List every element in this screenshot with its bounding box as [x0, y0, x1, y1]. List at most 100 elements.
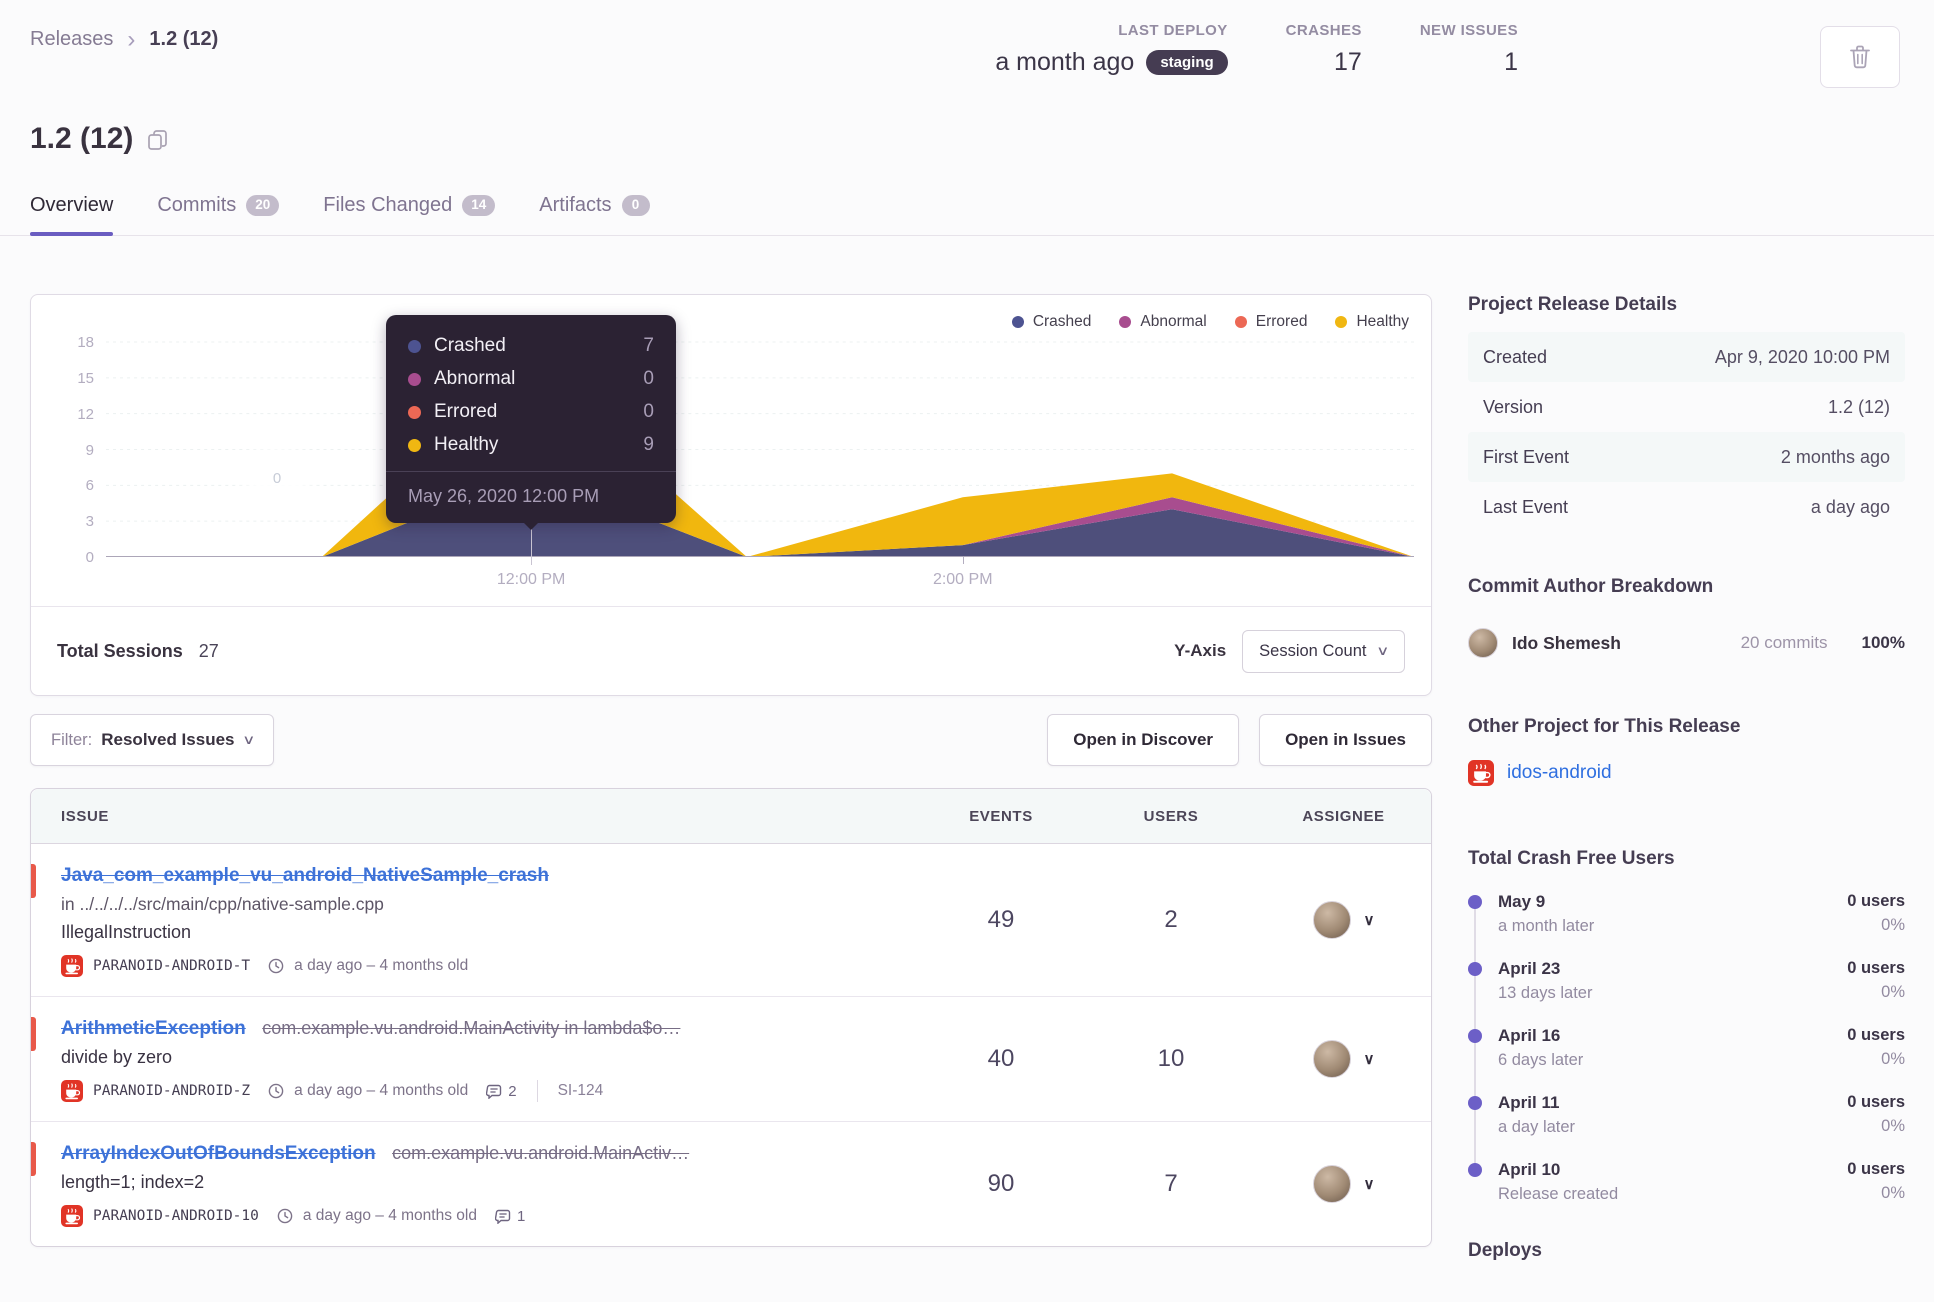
timeline-percent: 0%: [1881, 1050, 1905, 1068]
project-slug[interactable]: PARANOID-ANDROID-10: [93, 1208, 259, 1224]
delete-release-button[interactable]: [1820, 26, 1900, 88]
chevron-down-icon[interactable]: ∨: [1364, 1175, 1375, 1193]
timeline-percent: 0%: [1881, 916, 1905, 934]
section-heading: Commit Author Breakdown: [1468, 576, 1714, 597]
chevron-down-icon: ∨: [1376, 643, 1390, 658]
tab-artifacts[interactable]: Artifacts 0: [539, 194, 650, 235]
legend-item-abnormal[interactable]: Abnormal: [1119, 313, 1207, 331]
tooltip-healthy-label: Healthy: [434, 434, 499, 455]
clock-icon: [277, 1208, 293, 1224]
open-in-issues-button[interactable]: Open in Issues: [1259, 714, 1432, 766]
issues-toolbar: Filter: Resolved Issues ∨ Open in Discov…: [30, 714, 1432, 766]
clock-icon: [268, 1083, 284, 1099]
other-project-link[interactable]: idos-android: [1507, 762, 1612, 784]
section-heading: Other Project for This Release: [1468, 716, 1741, 737]
tooltip-date: May 26, 2020 12:00 PM: [408, 486, 600, 506]
tooltip-abnormal-label: Abnormal: [434, 368, 516, 389]
legend-item-crashed[interactable]: Crashed: [1011, 313, 1091, 331]
healthy-dot-icon: [408, 438, 421, 452]
issue-title-link[interactable]: ArrayIndexOutOfBoundsException: [61, 1143, 376, 1164]
issue-culprit: com.example.vu.android.MainActivity in l…: [262, 1018, 681, 1038]
tab-files-changed[interactable]: Files Changed 14: [323, 194, 496, 235]
total-sessions-value: 27: [198, 640, 219, 661]
sessions-area-chart[interactable]: 0 3 6 9 12 15 18 0 Crashed 7 Abnormal 0 …: [77, 315, 1414, 566]
crashed-dot-icon: [1011, 316, 1024, 328]
stat-last-deploy-value: a month ago: [995, 48, 1135, 76]
detail-row-last-event: Last Event a day ago: [1468, 482, 1905, 532]
deploys-section: Deploys: [1468, 1240, 1905, 1262]
title-row: 1.2 (12): [30, 116, 1934, 162]
assignee-avatar[interactable]: [1312, 1165, 1351, 1203]
chart-footer: Total Sessions 27 Y-Axis Session Count ∨: [31, 606, 1431, 695]
issue-title-link[interactable]: Java_com_example_vu_android_NativeSample…: [61, 865, 549, 886]
commit-author-breakdown-section: Commit Author Breakdown Ido Shemesh 20 c…: [1468, 576, 1905, 668]
y-tick-9: 9: [85, 441, 94, 459]
detail-value: a day ago: [1810, 496, 1890, 517]
issue-comments-count: 1: [516, 1207, 526, 1225]
project-slug[interactable]: PARANOID-ANDROID-Z: [93, 1083, 250, 1099]
copy-icon[interactable]: [147, 129, 169, 153]
x-tick-label-12pm: 12:00 PM: [496, 571, 566, 588]
y-axis-select[interactable]: Session Count ∨: [1242, 629, 1405, 673]
tab-commits[interactable]: Commits 20: [157, 194, 280, 235]
stat-crashes-value: 17: [1334, 48, 1362, 76]
issues-table: ISSUE EVENTS USERS ASSIGNEE Java_com_exa…: [30, 788, 1432, 1247]
timeline-date: April 11: [1498, 1093, 1560, 1112]
timeline-sub: Release created: [1498, 1185, 1619, 1203]
stacked-area-plot: [106, 341, 1414, 557]
detail-row-version: Version 1.2 (12): [1468, 382, 1905, 432]
chart-legend: Crashed Abnormal Errored Healthy: [1011, 313, 1409, 331]
section-heading: Deploys: [1468, 1240, 1542, 1261]
author-commit-count: 20 commits: [1740, 633, 1828, 652]
java-project-icon: [61, 955, 83, 977]
timeline-date: April 10: [1498, 1160, 1561, 1179]
timeline-sub: 6 days later: [1498, 1051, 1584, 1069]
open-in-discover-button[interactable]: Open in Discover: [1047, 714, 1240, 766]
tab-files-changed-label: Files Changed: [323, 194, 453, 216]
detail-key: Version: [1483, 396, 1544, 417]
legend-healthy-label: Healthy: [1356, 313, 1409, 330]
y-tick-6: 6: [85, 477, 94, 495]
top-bar: Releases › 1.2 (12) LAST DEPLOY a month …: [30, 22, 1934, 96]
timeline-percent: 0%: [1881, 1117, 1905, 1135]
error-level-bar: [31, 1142, 36, 1176]
chevron-down-icon[interactable]: ∨: [1364, 911, 1375, 929]
issue-events-count: 49: [987, 906, 1015, 933]
comment-icon: [486, 1084, 502, 1099]
abnormal-dot-icon: [408, 372, 421, 386]
x-tick-mark: [962, 557, 964, 564]
issue-culprit: com.example.vu.android.MainActiv…: [392, 1143, 690, 1163]
detail-key: Created: [1483, 346, 1548, 367]
tooltip-crashed-value: 7: [643, 335, 654, 356]
release-tabs: Overview Commits 20 Files Changed 14 Art…: [0, 194, 1934, 236]
tab-artifacts-badge: 0: [621, 195, 650, 216]
issue-users-count: 7: [1164, 1170, 1178, 1197]
issue-users-count: 10: [1157, 1045, 1185, 1072]
y-tick-0: 0: [85, 549, 94, 566]
issue-title-link[interactable]: ArithmeticException: [61, 1018, 246, 1039]
legend-item-errored[interactable]: Errored: [1234, 313, 1307, 331]
breadcrumb-releases-link[interactable]: Releases: [30, 28, 113, 51]
issue-age: a day ago – 4 months old: [294, 1082, 469, 1099]
commit-author-row: Ido Shemesh 20 commits 100%: [1468, 614, 1905, 668]
errored-dot-icon: [1234, 316, 1247, 328]
issues-filter-dropdown[interactable]: Filter: Resolved Issues ∨: [30, 714, 275, 766]
detail-row-created: Created Apr 9, 2020 10:00 PM: [1468, 332, 1905, 382]
legend-item-healthy[interactable]: Healthy: [1335, 313, 1409, 331]
assignee-avatar[interactable]: [1312, 1040, 1351, 1078]
assignee-avatar[interactable]: [1312, 901, 1351, 939]
project-slug[interactable]: PARANOID-ANDROID-T: [93, 958, 250, 974]
tab-files-changed-badge: 14: [462, 195, 496, 216]
chevron-down-icon[interactable]: ∨: [1364, 1050, 1375, 1068]
tab-overview[interactable]: Overview: [30, 194, 114, 236]
detail-value: Apr 9, 2020 10:00 PM: [1714, 346, 1890, 367]
stat-new-issues-value: 1: [1504, 48, 1518, 76]
section-heading: Total Crash Free Users: [1468, 848, 1675, 869]
stat-last-deploy: LAST DEPLOY a month ago staging: [995, 22, 1228, 77]
abnormal-dot-icon: [1119, 316, 1132, 328]
errored-dot-icon: [408, 405, 421, 419]
issue-users-count: 2: [1164, 906, 1178, 933]
total-sessions-label: Total Sessions: [57, 640, 183, 661]
tooltip-healthy-value: 9: [643, 434, 654, 455]
java-project-icon: [61, 1080, 83, 1102]
